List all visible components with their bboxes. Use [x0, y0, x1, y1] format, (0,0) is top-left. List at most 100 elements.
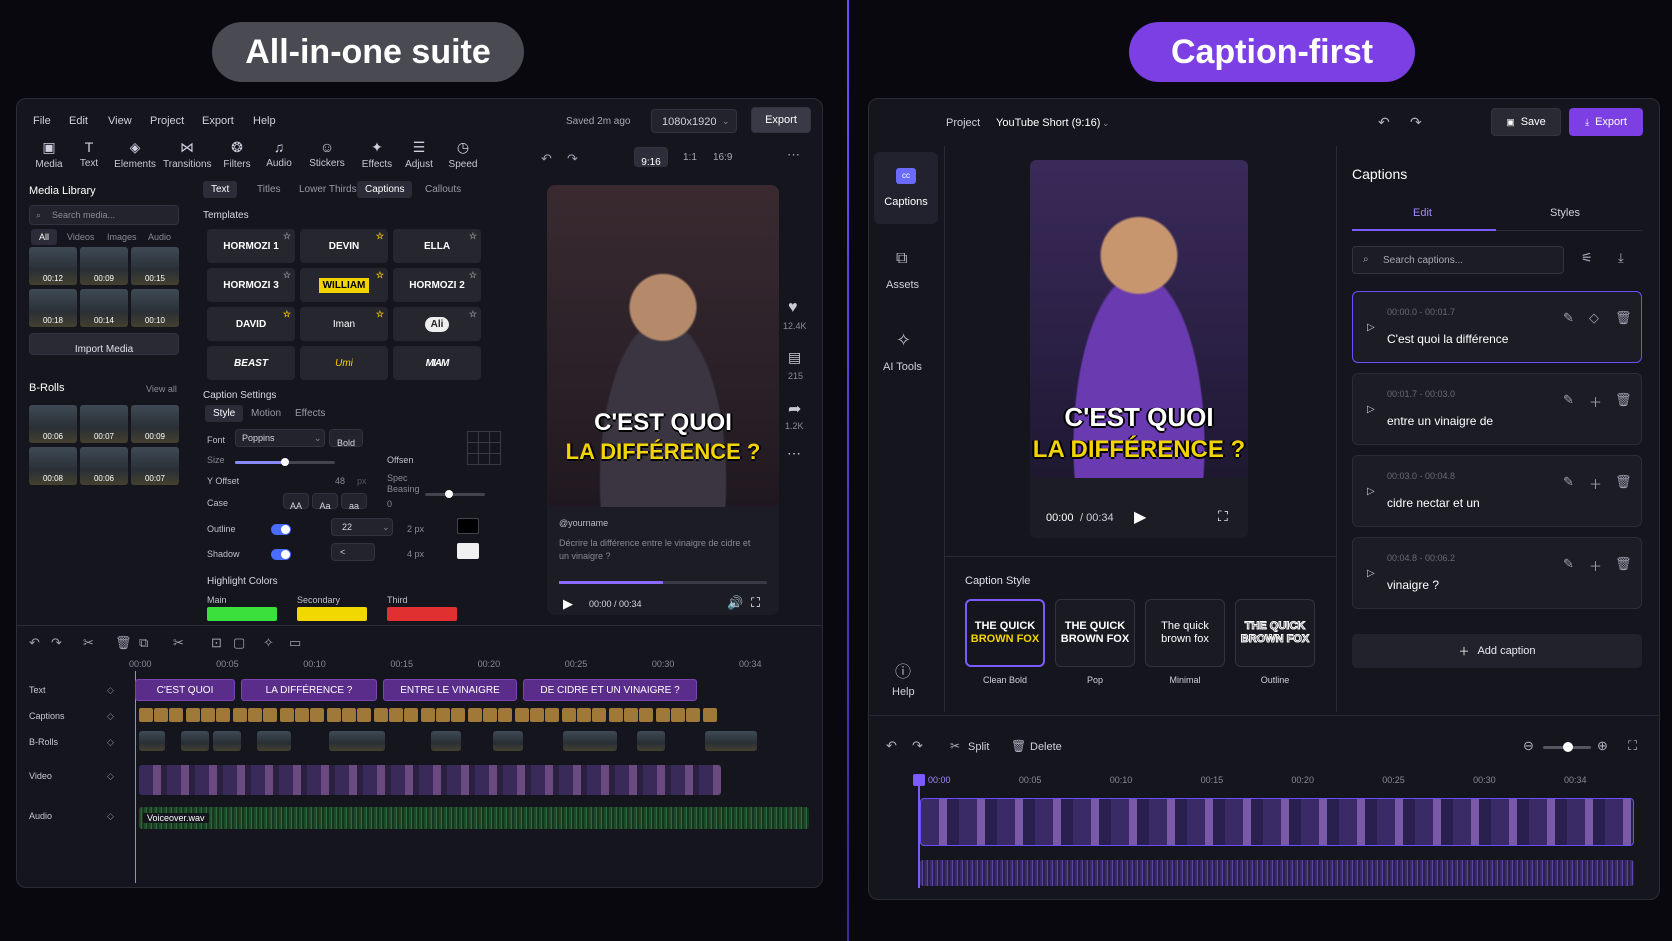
template-umi[interactable]: Umi [300, 346, 388, 380]
right-fullscreen-icon[interactable]: ⛶ [1218, 508, 1228, 525]
caption-chip[interactable] [248, 708, 262, 722]
caption-chip[interactable] [327, 708, 341, 722]
template-ella[interactable]: ELLA ☆ [393, 229, 481, 263]
captions-tab-edit[interactable]: Edit [1413, 207, 1432, 219]
right-playhead-handle[interactable] [913, 774, 925, 786]
captions-tab-styles[interactable]: Styles [1550, 207, 1580, 219]
aspect-1-1[interactable]: 1:1 [683, 152, 697, 163]
template-hormozi-2[interactable]: HORMOZI 2 ☆ [393, 268, 481, 302]
broll-clip[interactable] [493, 731, 523, 751]
caption-chip[interactable] [263, 708, 277, 722]
split-icon[interactable]: ◇ [1589, 310, 1599, 326]
size-slider-knob[interactable] [281, 458, 289, 466]
more-vertical-icon[interactable]: ⋯ [787, 445, 801, 462]
edit-icon[interactable]: ✎ [1563, 310, 1574, 326]
broll-thumbnail[interactable]: 00:06 [80, 447, 128, 485]
tl-cut-icon[interactable]: ✂ [83, 635, 94, 651]
rt-split-label[interactable]: Split [968, 741, 989, 753]
broll-clip[interactable] [329, 731, 385, 751]
help-icon[interactable]: ⓘ [895, 658, 911, 682]
redo-icon[interactable]: ↷ [1410, 114, 1422, 131]
broll-thumbnail[interactable]: 00:06 [29, 405, 77, 443]
rt-redo-icon[interactable]: ↷ [912, 738, 923, 754]
caption-chip[interactable] [436, 708, 450, 722]
spacing-slider[interactable] [425, 490, 485, 498]
media-filter-videos[interactable]: Videos [67, 232, 94, 242]
chevron-down-icon[interactable]: ⌄ [1102, 118, 1110, 129]
caption-chip[interactable] [451, 708, 465, 722]
star-icon[interactable]: ☆ [283, 309, 291, 320]
text-clip[interactable]: DE CIDRE ET UN VINAIGRE ? [523, 679, 697, 701]
caption-item[interactable]: ▷ 00:01.7 - 00:03.0 entre un vinaigre de ✎ ＋… [1352, 373, 1642, 445]
broll-clip[interactable] [257, 731, 291, 751]
caption-chip[interactable] [389, 708, 403, 722]
style-option-pop[interactable]: THE QUICK BROWN FOX [1055, 599, 1135, 667]
delete-icon[interactable]: 🗑 [1615, 556, 1632, 572]
case-upper[interactable]: AA [283, 493, 309, 511]
track-toggle-icon[interactable]: ◇ [107, 685, 114, 696]
highlight-main-swatch[interactable] [207, 607, 277, 621]
caption-chip[interactable] [201, 708, 215, 722]
preview-progress[interactable] [559, 581, 767, 584]
brolls-view-all[interactable]: View all [146, 384, 177, 394]
caption-chip[interactable] [515, 708, 529, 722]
tool-audio[interactable]: ♫ Audio [255, 139, 303, 169]
tl-split-icon[interactable]: ✂ [173, 635, 184, 651]
caption-chip[interactable] [421, 708, 435, 722]
tl-magic-icon[interactable]: ✧ [263, 635, 274, 651]
broll-thumbnail[interactable]: 00:09 [131, 405, 179, 443]
edit-icon[interactable]: ✎ [1563, 474, 1574, 490]
menu-view[interactable]: View [108, 115, 132, 127]
video-track-clip[interactable] [139, 765, 721, 795]
caption-chip[interactable] [169, 708, 183, 722]
caption-chip[interactable] [703, 708, 717, 722]
highlight-third-swatch[interactable] [387, 607, 457, 621]
outline-color-swatch[interactable] [457, 518, 479, 534]
font-select[interactable]: Poppins ⌄ [235, 429, 325, 447]
caption-chip[interactable] [656, 708, 670, 722]
tl-undo-icon[interactable]: ↶ [29, 635, 40, 651]
template-hormozi-3[interactable]: HORMOZI 3 ☆ [207, 268, 295, 302]
captions-search-input[interactable]: ⌕ Search captions... [1352, 246, 1564, 274]
case-title[interactable]: Aa [312, 493, 338, 511]
caption-chip[interactable] [483, 708, 497, 722]
delete-icon[interactable]: 🗑 [1615, 310, 1632, 326]
assets-icon[interactable]: ⧉ [896, 250, 907, 268]
add-caption-button[interactable]: ＋ Add caption [1352, 634, 1642, 668]
project-name[interactable]: YouTube Short (9:16) [996, 117, 1100, 129]
rt-undo-icon[interactable]: ↶ [886, 738, 897, 754]
spacing-slider-knob[interactable] [445, 490, 453, 498]
media-thumbnail[interactable]: 00:18 [29, 289, 77, 327]
preview-video[interactable]: C'EST QUOI LA DIFFÉRENCE ? [547, 185, 779, 507]
cs-tab-style[interactable]: Style [205, 405, 244, 422]
share-icon[interactable]: ➦ [788, 399, 801, 419]
tool-transitions[interactable]: ⋈ Transitions [163, 139, 212, 170]
shadow-px[interactable]: 4 px [407, 549, 424, 559]
audio-track-clip[interactable] [139, 807, 809, 829]
star-icon[interactable]: ☆ [376, 270, 384, 281]
resolution-select[interactable]: 1080x1920 ⌄ [651, 109, 737, 133]
star-icon[interactable]: ☆ [283, 270, 291, 281]
delete-icon[interactable]: 🗑 [1615, 474, 1632, 490]
text-clip[interactable]: LA DIFFÉRENCE ? [241, 679, 377, 701]
star-icon[interactable]: ☆ [469, 270, 477, 281]
caption-chip[interactable] [686, 708, 700, 722]
shadow-toggle[interactable] [271, 549, 291, 560]
menu-export[interactable]: Export [202, 115, 234, 127]
sidebar-assets-label[interactable]: Assets [886, 279, 919, 291]
track-toggle-icon[interactable]: ◇ [107, 771, 114, 782]
star-icon[interactable]: ☆ [469, 231, 477, 242]
tl-crop-icon[interactable]: ⊡ [211, 635, 222, 651]
menu-help[interactable]: Help [253, 115, 276, 127]
right-audio-track[interactable] [920, 860, 1634, 886]
broll-clip[interactable] [705, 731, 757, 751]
shadow-color-swatch[interactable] [457, 543, 479, 559]
broll-thumbnail[interactable]: 00:07 [80, 405, 128, 443]
zoom-slider[interactable] [1543, 742, 1591, 752]
zoom-out-icon[interactable]: ⊖ [1523, 738, 1534, 754]
broll-clip[interactable] [213, 731, 241, 751]
tl-delete-icon[interactable]: 🗑 [115, 635, 132, 651]
star-icon[interactable]: ☆ [469, 309, 477, 320]
plus-icon[interactable]: ＋ [1589, 556, 1602, 575]
track-toggle-icon[interactable]: ◇ [107, 811, 114, 822]
